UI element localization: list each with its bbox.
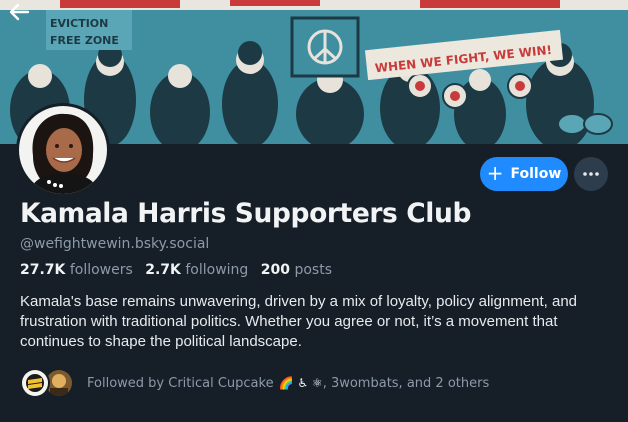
banner-sign-left: EVICTION: [50, 17, 108, 30]
profile-stats: 27.7K followers 2.7K following 200 posts: [20, 262, 340, 278]
posts-count: 200: [260, 262, 290, 278]
followed-by[interactable]: Followed by Critical Cupcake 🌈 ♿ ⚛ , 3wo…: [20, 367, 489, 399]
back-button[interactable]: [8, 2, 44, 30]
followed-by-suffix: , 3wombats, and 2 others: [322, 375, 490, 391]
posts-stat: 200 posts: [261, 262, 340, 278]
following-label: following: [185, 262, 249, 278]
profile-bio: Kamala's base remains unwavering, driven…: [20, 293, 578, 350]
followed-by-avatars: [20, 367, 78, 399]
plus-icon: +: [486, 161, 504, 185]
following-count: 2.7K: [145, 262, 181, 278]
follow-button[interactable]: + Follow: [480, 157, 568, 191]
followers-label: followers: [69, 262, 133, 278]
followers-count: 27.7K: [20, 262, 66, 278]
ellipsis-icon: [583, 172, 599, 176]
more-options-button[interactable]: [574, 157, 608, 191]
display-name: Kamala Harris Supporters Club: [20, 198, 472, 229]
followed-by-prefix: Followed by Critical Cupcake: [87, 375, 274, 391]
follower-avatar: [20, 368, 50, 398]
arrow-left-icon: [9, 3, 30, 21]
banner-sign-left-2: FREE ZONE: [50, 34, 119, 47]
avatar-image: [19, 106, 107, 194]
posts-label: posts: [294, 262, 332, 278]
profile-handle[interactable]: @wefightwewin.bsky.social: [20, 236, 209, 252]
followed-by-emojis: 🌈 ♿ ⚛: [278, 376, 323, 390]
avatar[interactable]: [16, 103, 110, 197]
followers-link[interactable]: 27.7K followers: [20, 262, 145, 278]
follow-button-label: Follow: [510, 166, 562, 182]
following-link[interactable]: 2.7K following: [145, 262, 261, 278]
profile-page: EVICTION FREE ZONE WHEN WE FIGHT, WE WIN…: [0, 0, 628, 422]
